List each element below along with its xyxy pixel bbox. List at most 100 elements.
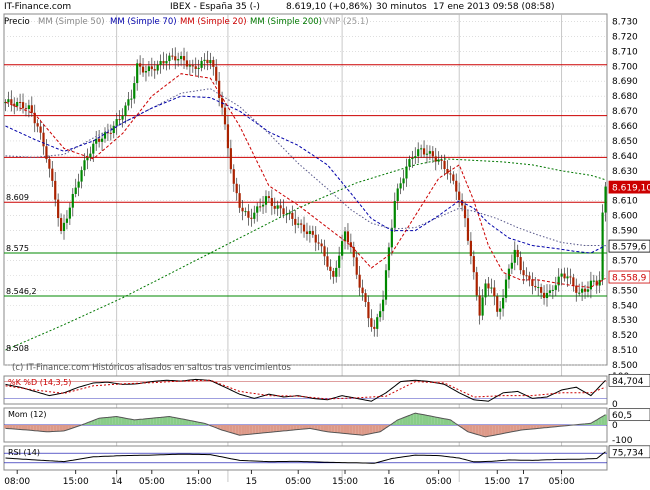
candle-body [314,234,317,243]
x-tick-label: 14 [111,477,123,487]
candle-body [264,196,268,205]
candle-body [478,295,481,316]
x-tick-label: 05:00 [285,477,311,487]
candle-body [62,222,66,232]
candle-body [36,123,39,127]
candle-body [443,160,446,170]
candle-body [425,153,429,155]
candle-body [165,61,168,64]
legend-vnp: VNP (25.1) [323,17,369,27]
x-tick-label: 15:00 [186,477,212,487]
candle-body [510,262,513,269]
candle-body [393,201,396,228]
price-tag-label: 8.558,9 [612,274,647,284]
y-tick-label: 8.730 [612,17,638,27]
candle-body [399,183,402,189]
y-tick-label: 8.540 [612,301,638,311]
candle-body [226,124,230,149]
candle-body [250,217,253,219]
candle-body [159,61,162,65]
price-tag-label: 8.619,10 [612,184,650,194]
candle-body [387,247,391,271]
candle-body [308,231,311,234]
candle-body [273,205,276,209]
candle-body [417,149,420,157]
y-tick-label: 8.660 [612,122,638,132]
candle-body [103,132,107,139]
candle-body [431,151,434,157]
candle-body [355,257,358,275]
candle-body [554,285,557,290]
candle-body [589,280,593,290]
candle-body [496,296,499,312]
candle-body [364,293,367,303]
candle-body [259,206,262,208]
candle-body [74,187,77,194]
candle-body [381,299,385,312]
y-tick-label: 8.610 [612,197,638,207]
x-tick-label: 15:00 [332,477,358,487]
candle-body [569,276,572,278]
momentum-panel: Mom (12) 60,50 -100 [3,407,650,446]
candle-body [141,66,145,73]
candle-body [124,105,127,116]
candle-body [92,143,95,154]
candle-body [414,156,417,158]
candle-body [317,242,320,244]
candle-body [21,102,25,109]
momentum-label: Mom (12) [8,410,47,419]
y-tick-label: 8.600 [612,212,638,222]
stochastic-frame [3,375,608,405]
candle-body [297,223,300,225]
candle-body [241,207,244,212]
x-tick-label: 16 [383,477,395,487]
legend-sma200: MM (Simple 200) [250,17,322,27]
candle-body [542,292,546,299]
candle-body [343,231,347,242]
candle-body [185,60,189,67]
candle-body [54,180,57,200]
candle-body [232,169,235,184]
y-tick-label: 8.520 [612,331,638,341]
candle-body [118,119,121,121]
candle-body [475,272,478,296]
candle-body [373,326,376,329]
candle-body [153,69,156,71]
candle-body [481,297,484,316]
candle-body [557,276,560,286]
candle-body [203,59,206,61]
candle-body [177,59,180,61]
candle-body [493,287,496,297]
instrument-title: IBEX - España 35 (-) [170,2,260,12]
candle-body [458,191,461,200]
y-tick-label: 8.630 [612,167,638,177]
candle-body [420,148,423,150]
rsi-frame [3,445,608,471]
candle-body [540,287,543,293]
candle-body [402,178,405,184]
candle-body [551,289,554,291]
candle-body [115,119,118,126]
candle-body [206,59,209,64]
candle-body [174,56,177,61]
candle-body [276,205,279,209]
candle-body [59,218,63,232]
candle-body [16,101,19,107]
candle-body [519,257,522,271]
legend-sma50: MM (Simple 50) [38,17,105,27]
brand-label: IT-Finance.com [4,2,72,12]
y-tick-label: 8.590 [612,227,638,237]
candle-body [244,211,247,213]
y-tick-label: 8.690 [612,77,638,87]
candle-body [100,138,104,142]
x-tick-label: 08:00 [4,477,30,487]
candle-body [291,212,294,219]
momentum-value-tag: 60,5 [612,411,632,421]
rsi-panel: RSI (14) 75,734 [3,445,650,471]
candle-body [150,66,153,70]
watermark-text: (c) IT-Finance.com Históricos alisados e… [12,362,292,373]
candle-body [449,173,452,175]
price-plot-frame [3,13,608,366]
candle-body [182,56,186,61]
candle-body [282,208,285,215]
